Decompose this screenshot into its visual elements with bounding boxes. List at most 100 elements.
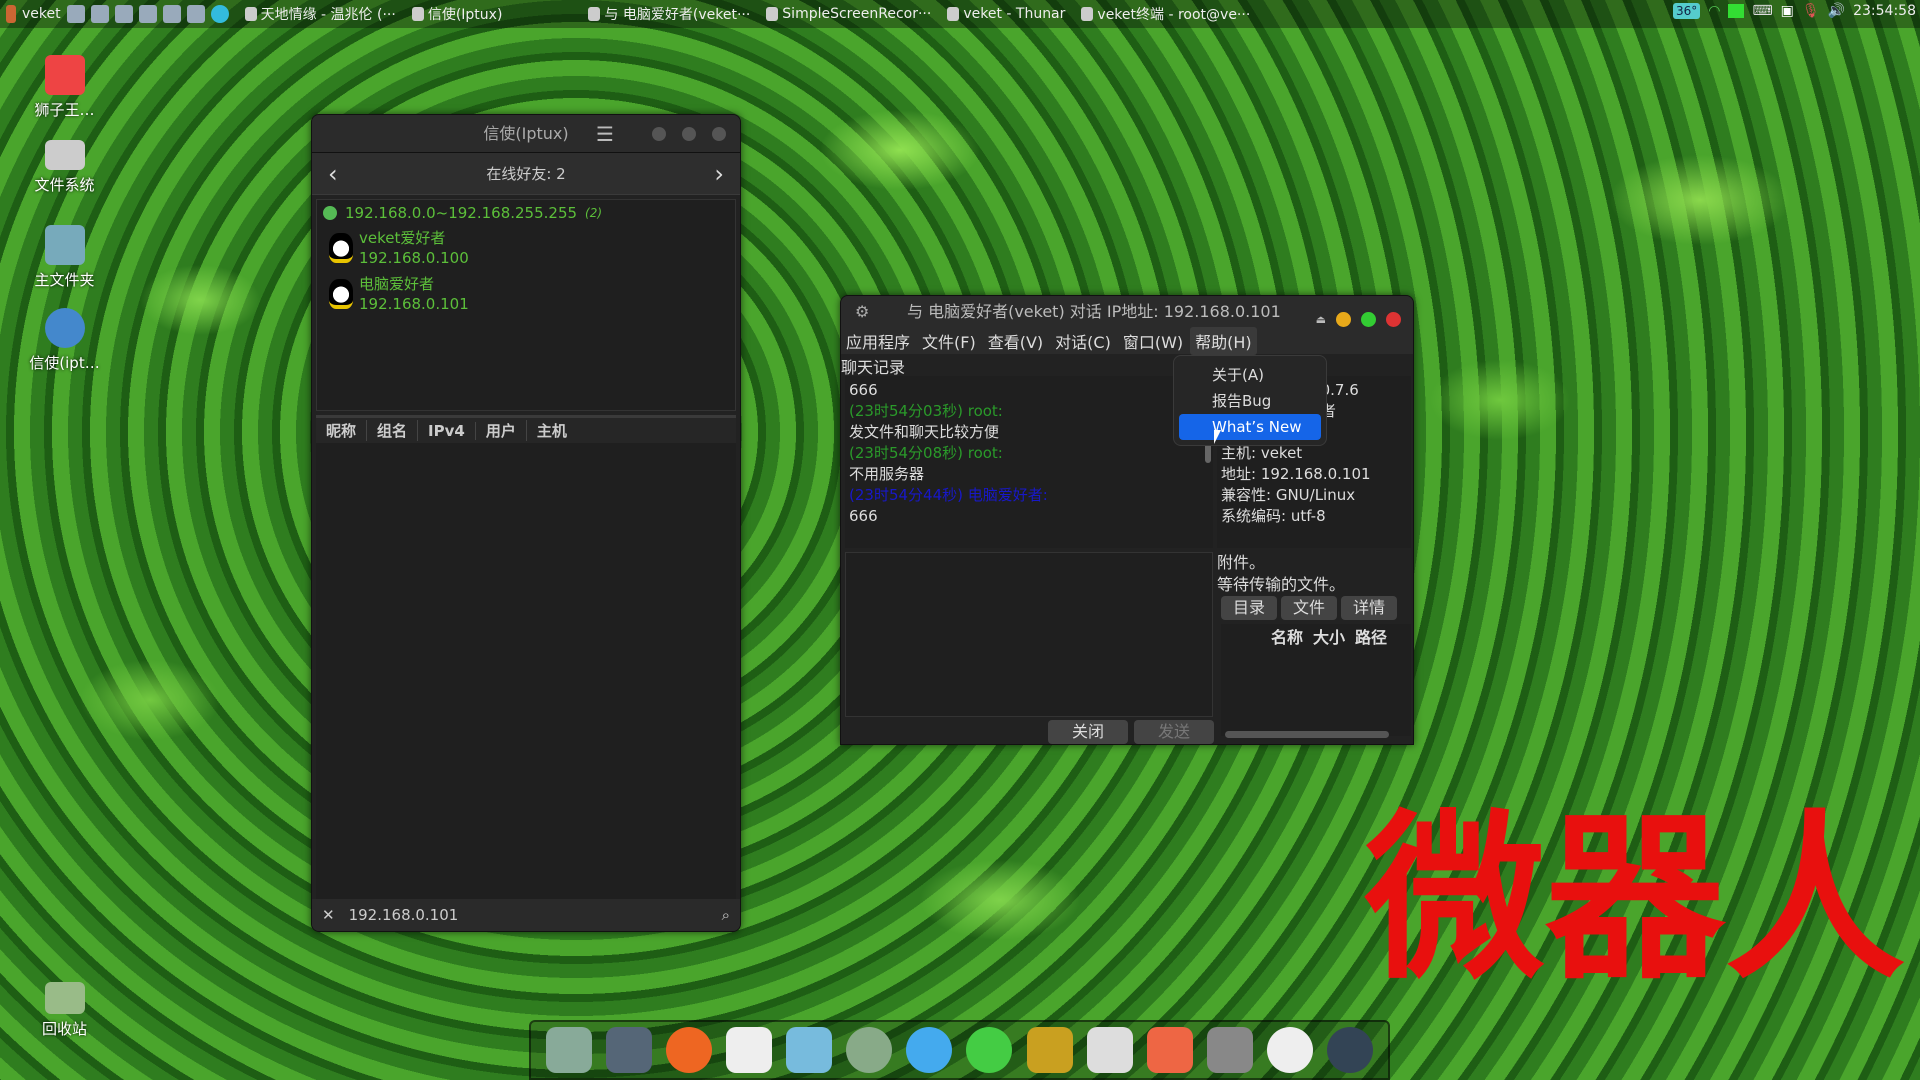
online-count: 在线好友: 2 [486, 165, 566, 183]
task-item[interactable]: SimpleScreenRecor··· [766, 6, 931, 22]
col-group[interactable]: 组名 [367, 420, 419, 441]
list-item[interactable]: 电脑爱好者 192.168.0.101 [329, 274, 729, 314]
launcher-icon[interactable] [114, 5, 133, 23]
menu-help[interactable]: 帮助(H) [1190, 326, 1257, 355]
task-item[interactable]: veket - Thunar [947, 6, 1065, 22]
col-user[interactable]: 用户 [476, 420, 527, 441]
menu-item-whats-new[interactable]: What’s New [1179, 414, 1321, 440]
column-header: 昵称 组名 IPv4 用户 主机 [316, 415, 736, 443]
clipboard-icon[interactable]: ▣ [1781, 3, 1794, 19]
expand-icon[interactable] [323, 206, 337, 220]
clear-icon[interactable]: ✕ [322, 906, 335, 924]
penguin-icon [329, 233, 353, 263]
desktop-icon-home[interactable]: 主文件夹 [22, 225, 107, 290]
desktop-icon-iptux[interactable]: 信使(ipt… [22, 308, 107, 373]
top-panel: veket 天地情缘 - 温兆伦 (··· 信使(Iptux) 与 电脑爱好者(… [0, 0, 1920, 28]
info-line: 兼容性: GNU/Linux [1221, 486, 1356, 504]
chat-window: ⚙ 与 电脑爱好者(veket) 对话 IP地址: 192.168.0.101 ⏏… [840, 295, 1414, 745]
close-button[interactable] [1386, 312, 1401, 327]
group-row[interactable]: 192.168.0.0~192.168.255.255 (2) [323, 204, 729, 222]
dir-button[interactable]: 目录 [1221, 596, 1277, 620]
menu-item-report-bug[interactable]: 报告Bug [1179, 388, 1321, 414]
brightness-icon[interactable] [1266, 1027, 1313, 1073]
app-icon[interactable] [546, 1027, 593, 1073]
close-button[interactable] [712, 127, 726, 141]
desktop-icon-filesystem[interactable]: 文件系统 [22, 140, 107, 195]
chevron-right-icon[interactable]: › [714, 153, 724, 195]
wifi-icon[interactable]: ◠ [1708, 3, 1720, 19]
task-item[interactable]: 天地情缘 - 温兆伦 (··· [244, 4, 396, 24]
launcher-icon[interactable] [138, 5, 157, 23]
desktop-icon-brave[interactable]: 狮子王… [22, 55, 107, 120]
minimize-button[interactable] [652, 127, 666, 141]
camera-icon[interactable] [1326, 1027, 1373, 1073]
launcher-icon[interactable] [66, 5, 85, 23]
help-dropdown: 关于(A) 报告Bug What’s New [1173, 355, 1327, 446]
waiting-label: 等待传输的文件。 [1217, 575, 1346, 594]
atom-icon[interactable] [906, 1027, 953, 1073]
chat-message: (23时54分08秒) root: [849, 444, 1003, 462]
eject-icon[interactable]: ⏏ [1316, 304, 1326, 335]
col-ipv4[interactable]: IPv4 [418, 421, 476, 440]
microphone-icon[interactable]: 🎙 [1802, 3, 1820, 19]
folder-icon [44, 225, 85, 265]
volume-icon[interactable]: 🔊 [1828, 3, 1845, 19]
chart-icon[interactable] [1086, 1027, 1133, 1073]
drive-icon[interactable] [1206, 1027, 1253, 1073]
firefox-icon[interactable] [666, 1027, 713, 1073]
chat-history: 666 (23时54分03秒) root: 发文件和聊天比较方便 (23时54分08秒… [845, 376, 1213, 548]
details-button[interactable]: 详情 [1341, 596, 1397, 620]
task-item[interactable]: veket终端 - root@ve··· [1081, 4, 1250, 24]
clock[interactable]: 23:54:58 [1853, 3, 1916, 19]
rocket-icon[interactable] [1146, 1027, 1193, 1073]
search-input[interactable] [348, 906, 708, 924]
menu-icon[interactable] [6, 5, 16, 23]
menu-view[interactable]: 查看(V) [983, 327, 1048, 355]
close-chat-button[interactable]: 关闭 [1048, 720, 1128, 744]
gear-icon[interactable]: ⚙ [855, 296, 869, 327]
menu-button[interactable]: veket [22, 6, 61, 22]
maximize-button[interactable] [1361, 312, 1376, 327]
monitor-icon[interactable] [606, 1027, 653, 1073]
battery-icon[interactable] [1728, 4, 1745, 18]
send-button[interactable]: 发送 [1134, 720, 1214, 744]
menu-app[interactable]: 应用程序 [841, 327, 915, 355]
chevron-left-icon[interactable]: ‹ [328, 153, 338, 195]
menu-file[interactable]: 文件(F) [917, 327, 981, 355]
horizontal-scrollbar[interactable] [1225, 731, 1389, 738]
dock [529, 1020, 1390, 1080]
iptux-icon [44, 308, 85, 348]
watermark: 微器人 [1365, 795, 1906, 1004]
minimize-button[interactable] [1336, 312, 1351, 327]
notepad-icon[interactable] [726, 1027, 773, 1073]
notebook-icon[interactable] [1026, 1027, 1073, 1073]
title-bar[interactable]: 信使(Iptux) ☰ [312, 115, 740, 153]
hamburger-menu-icon[interactable]: ☰ [596, 115, 614, 153]
file-button[interactable]: 文件 [1281, 596, 1337, 620]
task-item[interactable]: 信使(Iptux) [411, 4, 502, 24]
task-item[interactable]: 与 电脑爱好者(veket··· [588, 4, 750, 24]
keyboard-icon[interactable]: ⌨ [1752, 3, 1772, 19]
col-nickname[interactable]: 昵称 [316, 420, 368, 441]
launcher-icon[interactable] [186, 5, 205, 23]
launcher-icon[interactable] [90, 5, 109, 23]
col-host[interactable]: 主机 [527, 420, 577, 441]
info-line: 地址: 192.168.0.101 [1221, 465, 1371, 483]
play-icon[interactable] [966, 1027, 1013, 1073]
music-icon[interactable] [846, 1027, 893, 1073]
menu-dialog[interactable]: 对话(C) [1050, 327, 1116, 355]
menu-window[interactable]: 窗口(W) [1118, 327, 1188, 355]
info-line: 主机: veket [1221, 444, 1303, 462]
desktop-icon-trash[interactable]: 回收站 [22, 982, 107, 1039]
attach-label: 附件。 [1217, 553, 1266, 572]
paint-icon[interactable] [786, 1027, 833, 1073]
launcher-icon[interactable] [162, 5, 181, 23]
message-input[interactable] [845, 552, 1213, 717]
search-icon[interactable]: ⌕ [722, 906, 730, 924]
launcher-icon[interactable] [210, 5, 229, 23]
trash-icon [44, 982, 85, 1014]
menu-item-about[interactable]: 关于(A) [1179, 362, 1321, 388]
list-item[interactable]: veket爱好者 192.168.0.100 [329, 228, 729, 268]
title-bar[interactable]: ⚙ 与 电脑爱好者(veket) 对话 IP地址: 192.168.0.101 ⏏ [841, 296, 1413, 327]
maximize-button[interactable] [682, 127, 696, 141]
